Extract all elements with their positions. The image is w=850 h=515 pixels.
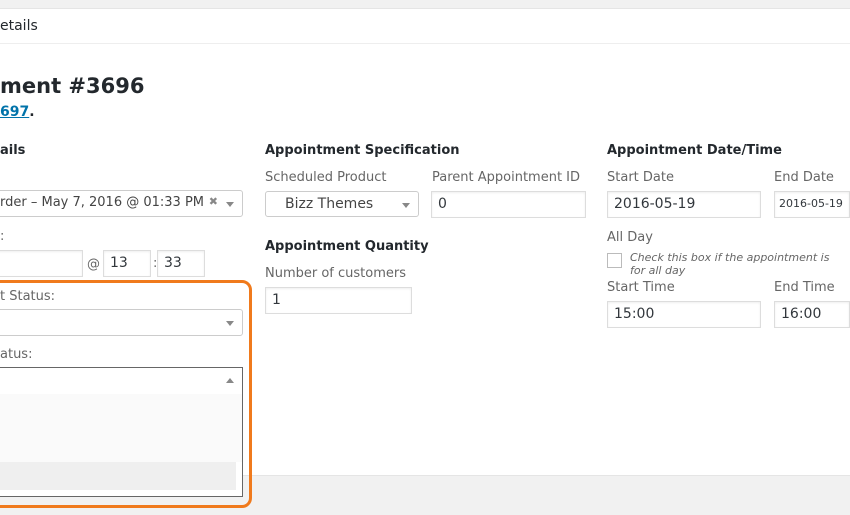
end-date-label: End Date	[774, 170, 834, 185]
general-heading: ails	[0, 143, 26, 158]
clear-icon[interactable]: ✖	[209, 195, 218, 208]
all-day-label: All Day	[607, 230, 653, 245]
parent-id-label: Parent Appointment ID	[432, 170, 581, 185]
at-label: @	[87, 257, 100, 272]
highlight-box	[0, 280, 252, 508]
chevron-down-icon	[402, 203, 410, 208]
panel-header: etails	[0, 8, 850, 44]
datetime-heading: Appointment Date/Time	[607, 143, 782, 158]
subtitle-suffix: .	[29, 104, 35, 120]
minute-input[interactable]: 33	[157, 250, 205, 277]
end-time-input[interactable]: 16:00	[774, 301, 850, 328]
all-day-checkbox[interactable]	[607, 253, 622, 268]
product-select[interactable]: Bizz Themes	[265, 191, 419, 217]
product-label: Scheduled Product	[265, 170, 387, 185]
date-created-label: :	[0, 229, 5, 244]
all-day-description: Check this box if the appointment is for…	[630, 251, 830, 277]
page-title: ment #3696	[0, 74, 145, 98]
chevron-down-icon	[226, 202, 234, 207]
customers-input[interactable]: 1	[265, 287, 412, 314]
product-value: Bizz Themes	[285, 196, 374, 212]
spec-heading: Appointment Specification	[265, 143, 460, 158]
start-date-label: Start Date	[607, 170, 674, 185]
order-value: rder – May 7, 2016 @ 01:33 PM	[0, 195, 205, 210]
customers-label: Number of customers	[265, 266, 407, 281]
start-time-label: Start Time	[607, 280, 675, 295]
start-date-input[interactable]: 2016-05-19	[607, 191, 761, 218]
date-created-input[interactable]	[0, 250, 83, 277]
end-date-input[interactable]: 2016-05-19	[774, 191, 850, 218]
panel-title: etails	[0, 18, 38, 34]
hour-input[interactable]: 13	[103, 250, 151, 277]
end-time-label: End Time	[774, 280, 835, 295]
parent-id-input[interactable]: 0	[431, 191, 586, 218]
order-select[interactable]: rder – May 7, 2016 @ 01:33 PM ✖	[0, 190, 243, 217]
quantity-heading: Appointment Quantity	[265, 239, 429, 254]
start-time-input[interactable]: 15:00	[607, 301, 761, 328]
order-link[interactable]: 697	[0, 104, 29, 120]
